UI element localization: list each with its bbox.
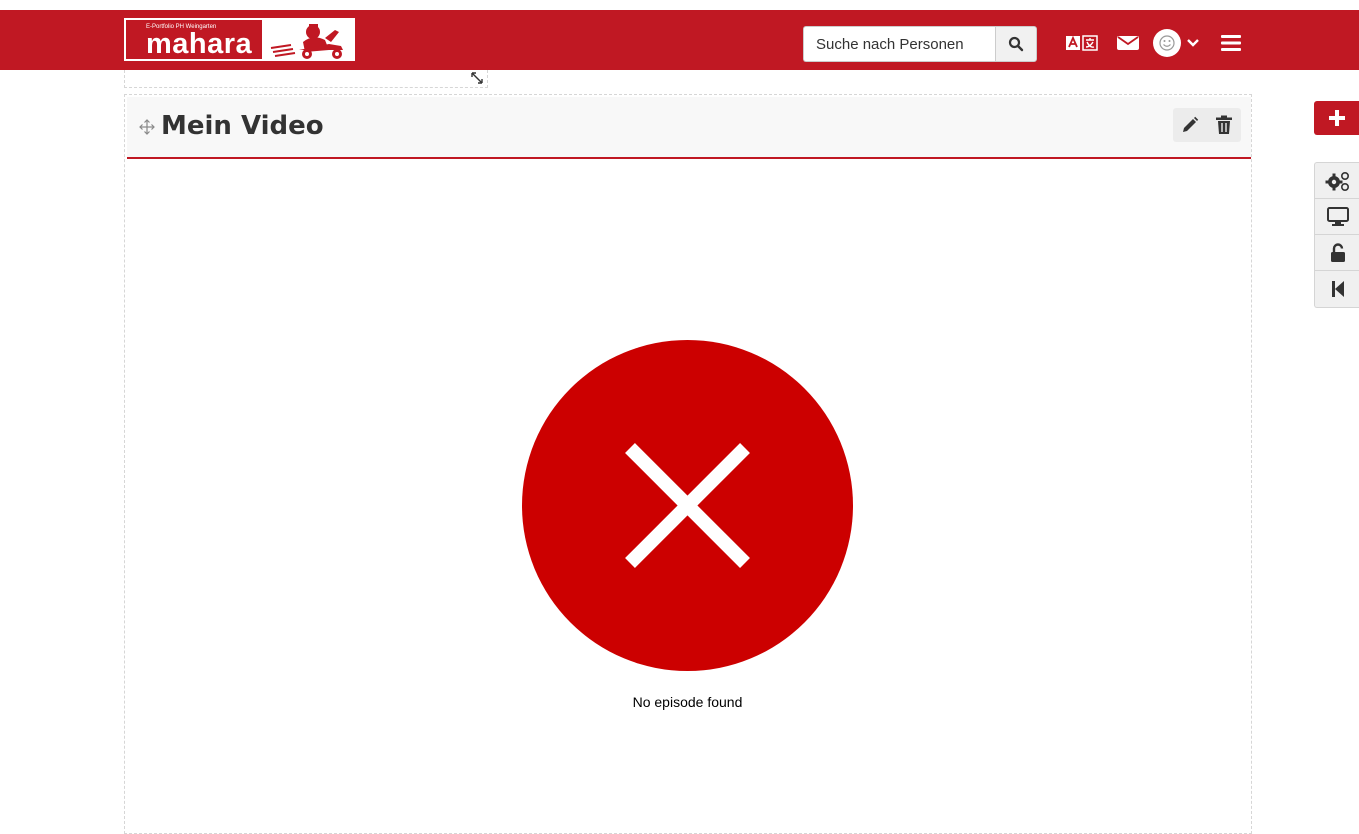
no-episode-message: No episode found bbox=[632, 694, 743, 710]
chevron-down-icon bbox=[1186, 39, 1199, 47]
envelope-icon bbox=[1117, 36, 1139, 50]
top-navbar: E-Portfolio PH Weingarten mahara bbox=[0, 10, 1359, 70]
site-logo[interactable]: E-Portfolio PH Weingarten mahara bbox=[124, 18, 355, 61]
main-menu-button[interactable] bbox=[1218, 32, 1244, 54]
search-button[interactable] bbox=[995, 26, 1037, 62]
logo-wordmark: E-Portfolio PH Weingarten mahara bbox=[124, 18, 264, 61]
language-icon bbox=[1066, 35, 1098, 51]
language-button[interactable] bbox=[1066, 34, 1098, 52]
unlock-icon bbox=[1330, 242, 1345, 262]
settings-gears-icon bbox=[1325, 171, 1349, 191]
messages-button[interactable] bbox=[1116, 34, 1140, 52]
trash-icon[interactable] bbox=[1215, 115, 1233, 135]
search-icon bbox=[1008, 36, 1024, 52]
display-icon bbox=[1326, 206, 1349, 226]
previous-block-bottom bbox=[124, 70, 488, 88]
add-block-button[interactable] bbox=[1314, 101, 1359, 135]
settings-button[interactable] bbox=[1315, 163, 1359, 199]
error-x-circle-icon bbox=[522, 340, 853, 671]
display-page-button[interactable] bbox=[1315, 199, 1359, 235]
plus-icon bbox=[1328, 110, 1345, 126]
block-actions bbox=[1173, 108, 1241, 142]
block-header: Mein Video bbox=[127, 97, 1251, 159]
return-to-start-button[interactable] bbox=[1315, 271, 1359, 307]
search-input[interactable] bbox=[803, 26, 996, 62]
share-access-button[interactable] bbox=[1315, 235, 1359, 271]
hamburger-menu-icon bbox=[1221, 35, 1241, 51]
block-title: Mein Video bbox=[161, 111, 324, 141]
avatar-icon bbox=[1152, 29, 1181, 57]
resize-handle-icon[interactable] bbox=[469, 70, 485, 86]
logo-scooter-mascot-image bbox=[269, 20, 353, 60]
move-icon[interactable] bbox=[139, 119, 155, 135]
step-back-icon bbox=[1331, 281, 1344, 297]
pencil-icon[interactable] bbox=[1181, 116, 1199, 134]
user-menu-toggle[interactable] bbox=[1152, 27, 1200, 59]
logo-name: mahara bbox=[146, 28, 253, 60]
page-editor-toolbar bbox=[1314, 162, 1359, 308]
